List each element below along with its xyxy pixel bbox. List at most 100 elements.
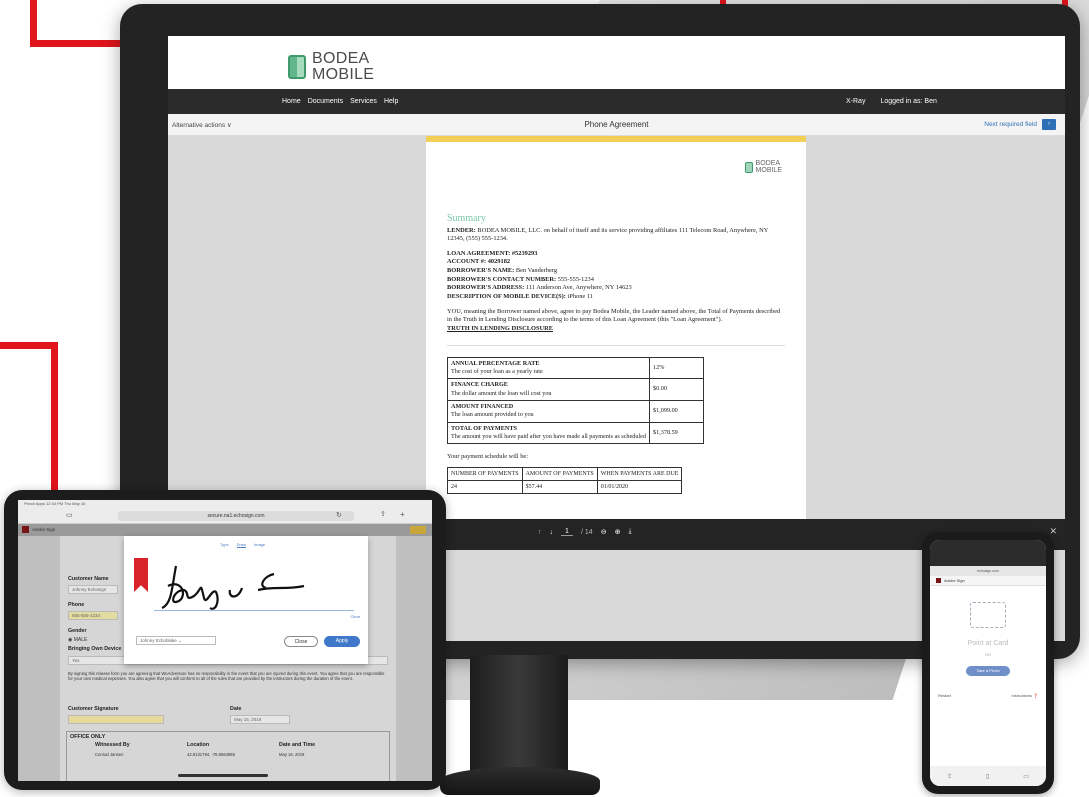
home-indicator <box>178 774 268 777</box>
clear-link[interactable]: Clear <box>350 614 360 619</box>
signature-baseline <box>154 610 354 611</box>
document-body: Summary LENDER: BODEA MOBILE, LLC. on be… <box>446 212 785 495</box>
gender-label: Gender <box>68 628 87 634</box>
red-bracket-left-vertical <box>51 342 58 492</box>
borrower-name: BORROWER'S NAME: Ben Vanderberg <box>447 267 558 275</box>
tab-type[interactable]: Type <box>220 542 229 548</box>
divider <box>447 344 785 346</box>
tabs-icon[interactable]: ▭ <box>66 511 73 519</box>
restart-link[interactable]: Restart <box>938 693 951 698</box>
arrow-up-icon[interactable]: ↑ <box>538 529 542 536</box>
phone-url-bar[interactable]: echosign.com <box>930 566 1046 576</box>
close-icon[interactable]: ✕ <box>1049 526 1057 537</box>
stand-foot <box>440 767 600 795</box>
borrower-address: BORROWER'S ADDRESS: 111 Anderson Ave, An… <box>447 284 632 292</box>
phone-logo-icon <box>288 55 306 79</box>
tablet-action-button[interactable] <box>410 526 426 534</box>
date-time-value: May 16, 2019 <box>279 752 305 757</box>
phone-device: echosign.com Adobe Sign Point at Card OR… <box>922 532 1054 794</box>
adobe-sign-icon <box>22 526 29 533</box>
loan-agreement: LOAN AGREEMENT: #5239293 <box>447 249 538 257</box>
document-toolbar: Alternative actions ∨ Phone Agreement Ne… <box>168 114 1065 136</box>
nav-help[interactable]: Help <box>384 98 398 105</box>
summary-heading: Summary <box>447 213 486 224</box>
close-button[interactable]: Close <box>284 636 318 647</box>
tila-heading: TRUTH IN LENDING DISCLOSURE <box>447 324 554 332</box>
tablet-device: Pencil Apps 12:34 PM Thu May 16 ▭ secure… <box>4 490 446 790</box>
signer-name-select[interactable]: Johnny Echoblake ⌄ <box>136 636 216 645</box>
zoom-in-icon[interactable]: ⊕ <box>615 528 621 536</box>
phone-app-title: Adobe Sign <box>944 578 965 583</box>
table-row: AMOUNT FINANCED The loan amount provided … <box>446 399 705 423</box>
adobe-sign-icon <box>936 578 941 584</box>
brand-line1: BODEA <box>312 50 370 67</box>
location-label: Location <box>187 742 210 748</box>
brand-line2: MOBILE <box>312 66 375 83</box>
tablet-app-title: Adobe Sign <box>32 527 56 532</box>
phone-field[interactable]: 555-555-1234 <box>68 611 118 620</box>
borrower-contact: BORROWER'S CONTACT NUMBER: 555-555-1234 <box>447 275 594 283</box>
witnessed-by-label: Witnessed By <box>95 742 130 748</box>
brand-logo[interactable]: BODEA MOBILE <box>288 48 374 86</box>
tab-draw[interactable]: Draw <box>236 542 247 548</box>
page-number-input[interactable]: 1 <box>561 528 573 536</box>
nav-xray[interactable]: X-Ray <box>846 98 865 105</box>
share-icon[interactable]: ⇪ <box>947 773 952 780</box>
red-bracket-top-left-horizontal <box>30 40 120 47</box>
signature-modal: Type Draw Image Clear Johnny Echoblake ⌄… <box>124 536 368 664</box>
tablet-app-bar: Adobe Sign <box>18 524 432 536</box>
arrow-down-icon[interactable]: ↓ <box>550 529 554 536</box>
customer-signature-field[interactable] <box>68 715 164 724</box>
nav-home[interactable]: Home <box>282 98 301 105</box>
download-icon[interactable]: ⤓ <box>628 528 631 536</box>
tabs-icon[interactable]: ▭ <box>1023 773 1029 780</box>
point-card-text: Point at Card <box>967 640 1009 647</box>
account-number: ACCOUNT #: 4029182 <box>447 258 511 266</box>
document-page: BODEA MOBILE Summary LENDER: BODEA MOBIL… <box>426 136 806 519</box>
table-row: NUMBER OF PAYMENTS AMOUNT OF PAYMENTS WH… <box>447 467 683 482</box>
phone-screen: echosign.com Adobe Sign Point at Card OR… <box>930 540 1046 786</box>
customer-name-label: Customer Name <box>68 576 109 582</box>
agreement-text: YOU, meaning the Borrower named above, a… <box>447 307 781 324</box>
customer-name-field[interactable]: Johnny Echosign <box>68 585 118 594</box>
next-required-field-link[interactable]: Next required field <box>984 121 1037 128</box>
nav-documents[interactable]: Documents <box>308 98 343 105</box>
table-row: ANNUAL PERCENTAGE RATE The cost of your l… <box>446 356 705 380</box>
lender-label: LENDER: <box>447 226 476 234</box>
plus-icon[interactable]: + <box>400 510 405 519</box>
document-logo: BODEA MOBILE <box>744 160 782 174</box>
reload-icon[interactable]: ↻ <box>336 511 342 519</box>
phone-app-bar: Adobe Sign <box>930 576 1046 586</box>
or-text: OR <box>985 652 991 657</box>
date-field[interactable]: May 16, 2019 <box>230 715 290 724</box>
product-showcase: BODEA MOBILE Home Documents Services Hel… <box>0 0 1089 797</box>
zoom-out-icon[interactable]: ⊖ <box>601 528 607 536</box>
tablet-screen: Pencil Apps 12:34 PM Thu May 16 ▭ secure… <box>18 500 432 781</box>
stand-neck <box>470 655 568 777</box>
tablet-url-field[interactable]: secure.na1.echosign.com <box>118 511 354 521</box>
tab-image[interactable]: Image <box>254 542 265 548</box>
phone-bottom-bar: ⇪ ▯ ▭ <box>930 766 1046 786</box>
phone-logo-icon <box>744 161 753 173</box>
doc-logo-line2: MOBILE <box>755 167 782 174</box>
card-scan-frame-icon <box>970 602 1006 628</box>
signature-drawing[interactable] <box>154 556 324 616</box>
witnessed-by-value: Conrad Jansen <box>95 752 124 757</box>
schedule-table: NUMBER OF PAYMENTS AMOUNT OF PAYMENTS WH… <box>447 467 683 495</box>
date-label: Date <box>230 706 242 712</box>
bookmarks-icon[interactable]: ▯ <box>986 773 989 780</box>
apply-button[interactable]: Apply <box>324 636 360 647</box>
page-total: / 14 <box>581 528 593 536</box>
nav-services[interactable]: Services <box>350 98 377 105</box>
consent-text: By signing this release form you are agr… <box>68 671 385 682</box>
next-field-arrow-icon[interactable]: › <box>1042 119 1056 130</box>
instructions-link[interactable]: Instructions ❓ <box>1011 693 1038 698</box>
take-photo-button[interactable]: Take a Photo <box>966 666 1010 676</box>
gender-radio[interactable]: ◉ MALE <box>68 637 87 644</box>
phone-status-bar <box>930 540 1046 566</box>
document-title: Phone Agreement <box>584 120 649 129</box>
phone-label: Phone <box>68 602 85 608</box>
office-only-label: OFFICE ONLY <box>70 734 106 740</box>
share-icon[interactable]: ⇪ <box>380 510 386 518</box>
table-row: TOTAL OF PAYMENTS The amount you will hav… <box>446 421 705 445</box>
